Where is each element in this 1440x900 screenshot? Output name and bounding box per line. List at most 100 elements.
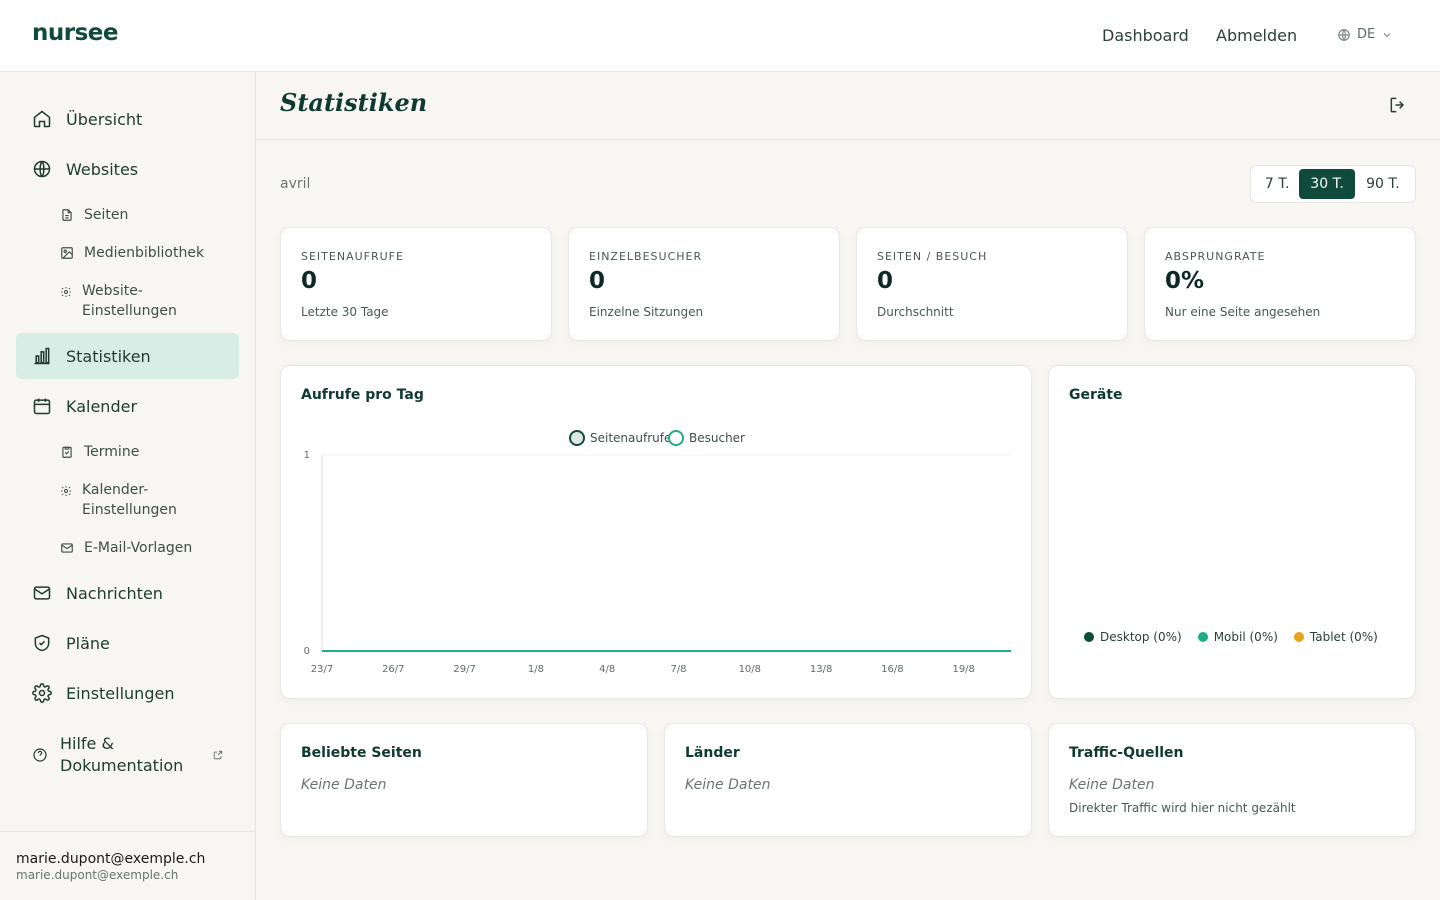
stat-subtitle: Letzte 30 Tage: [301, 305, 389, 319]
gear-icon: [60, 286, 72, 298]
x-tick-label: 29/7: [453, 664, 475, 675]
desktop-swatch: [1084, 632, 1094, 642]
sidebar-item-website-settings[interactable]: Website-Einstellungen: [60, 281, 180, 321]
app-logo[interactable]: nursee: [32, 20, 118, 46]
sidebar-item-help[interactable]: Hilfe & Dokumentation: [16, 732, 183, 778]
sidebar-item-label: Termine: [84, 444, 140, 460]
device-desktop[interactable]: Desktop (0%): [1084, 630, 1182, 644]
stat-subtitle: Durchschnitt: [877, 305, 954, 319]
device-tablet[interactable]: Tablet (0%): [1293, 630, 1378, 644]
device-label: Tablet (0%): [1309, 630, 1378, 644]
mail-icon: [60, 541, 74, 555]
sidebar-item-stats[interactable]: Statistiken: [16, 333, 239, 379]
bar-chart-icon: [32, 346, 52, 366]
sidebar-item-pages[interactable]: Seiten: [60, 205, 128, 225]
range-selector: 7 T. 30 T. 90 T.: [1250, 165, 1416, 203]
gear-icon: [32, 683, 52, 703]
sidebar-item-email-templates[interactable]: E-Mail-Vorlagen: [60, 538, 192, 558]
dashboard-link[interactable]: Dashboard: [1102, 26, 1189, 45]
range-90-days[interactable]: 90 T.: [1355, 169, 1411, 199]
stat-label: EINZELBESUCHER: [589, 250, 703, 263]
range-30-days[interactable]: 30 T.: [1299, 169, 1355, 199]
page-title: Statistiken: [280, 88, 428, 117]
language-selector[interactable]: DE: [1337, 27, 1393, 42]
stat-card-bounce-rate: ABSPRUNGRATE 0% Nur eine Seite angesehen: [1144, 227, 1416, 341]
stat-card-pages-per-visit: SEITEN / BESUCH 0 Durchschnitt: [856, 227, 1128, 341]
stat-value: 0: [589, 268, 606, 294]
clipboard-icon: [60, 445, 74, 459]
user-name: marie.dupont@exemple.ch: [16, 851, 206, 867]
stat-value: 0: [301, 268, 318, 294]
x-tick-label: 4/8: [599, 664, 615, 675]
language-label: DE: [1357, 27, 1376, 42]
sidebar-item-media[interactable]: Medienbibliothek: [60, 243, 204, 263]
tablet-swatch: [1293, 632, 1304, 642]
device-label: Desktop (0%): [1100, 630, 1182, 644]
sidebar-item-websites[interactable]: Websites: [16, 154, 239, 184]
sidebar-item-messages[interactable]: Nachrichten: [16, 578, 239, 608]
traffic-note: Direkter Traffic wird hier nicht gezählt: [1069, 801, 1296, 815]
range-7-days[interactable]: 7 T.: [1255, 169, 1299, 199]
x-tick-label: 1/8: [528, 664, 544, 675]
stat-subtitle: Einzelne Sitzungen: [589, 305, 704, 319]
page-header: Statistiken: [256, 72, 1440, 140]
stat-label: SEITENAUFRUFE: [301, 250, 404, 263]
sidebar-item-label: Website-Einstellungen: [82, 283, 177, 319]
empty-state: Keine Daten: [685, 777, 771, 793]
stat-subtitle: Nur eine Seite angesehen: [1165, 305, 1321, 319]
mail-icon: [32, 583, 52, 603]
traffic-sources-card: Traffic-Quellen Keine Daten Direkter Tra…: [1048, 723, 1416, 837]
shield-icon: [32, 633, 52, 653]
stat-card-pageviews: SEITENAUFRUFE 0 Letzte 30 Tage: [280, 227, 552, 341]
sidebar-item-label: Statistiken: [66, 346, 151, 366]
sidebar-item-label: Kalender-Einstellungen: [82, 482, 177, 518]
sidebar-item-plans[interactable]: Pläne: [16, 628, 239, 658]
logout-link[interactable]: Abmelden: [1216, 26, 1297, 45]
stat-value: 0%: [1165, 268, 1205, 294]
user-profile[interactable]: marie.dupont@exemple.ch marie.dupont@exe…: [0, 831, 256, 900]
views-chart-card: Aufrufe pro Tag Seitenaufrufe Besucher 0…: [280, 365, 1032, 699]
device-label: Mobil (0%): [1213, 630, 1278, 644]
sidebar-item-label: Nachrichten: [66, 583, 163, 603]
x-tick-label: 13/8: [810, 664, 832, 675]
globe-icon: [32, 159, 52, 179]
stat-value: 0: [877, 268, 894, 294]
x-tick-label: 19/8: [952, 664, 974, 675]
logout-icon[interactable]: [1388, 95, 1408, 115]
sidebar-item-appointments[interactable]: Termine: [60, 442, 139, 462]
empty-state: Keine Daten: [1069, 777, 1155, 793]
sidebar-item-calendar-settings[interactable]: Kalender-Einstellungen: [60, 480, 180, 520]
external-link-icon[interactable]: [213, 750, 223, 760]
sidebar-item-label: Seiten: [84, 207, 129, 223]
stat-label: ABSPRUNGRATE: [1165, 250, 1266, 263]
sidebar-item-label: Hilfe & Dokumentation: [60, 734, 184, 775]
sidebar-item-label: E-Mail-Vorlagen: [84, 540, 193, 556]
traffic-sources-title: Traffic-Quellen: [1069, 745, 1184, 761]
globe-icon: [1337, 28, 1351, 42]
user-email: marie.dupont@exemple.ch: [16, 868, 179, 882]
sidebar-item-overview[interactable]: Übersicht: [16, 104, 239, 134]
sidebar-item-settings[interactable]: Einstellungen: [16, 678, 239, 708]
devices-card: Geräte Desktop (0%) Mobil (0%) Tablet (0…: [1048, 365, 1416, 699]
stat-card-visitors: EINZELBESUCHER 0 Einzelne Sitzungen: [568, 227, 840, 341]
countries-title: Länder: [685, 745, 740, 761]
countries-card: Länder Keine Daten: [664, 723, 1032, 837]
x-tick-label: 23/7: [311, 664, 333, 675]
sidebar-item-label: Kalender: [66, 396, 138, 416]
device-mobile[interactable]: Mobil (0%): [1197, 630, 1278, 644]
views-line-chart: 0 1 23/7 26/7 29/7 1/8 4/8 7/8 10/8 13/8 16/8 19/8: [304, 450, 1011, 675]
x-tick-label: 7/8: [670, 664, 686, 675]
x-tick-label: 10/8: [739, 664, 761, 675]
devices-title: Geräte: [1069, 387, 1123, 403]
x-tick-label: 16/8: [881, 664, 903, 675]
stat-label: SEITEN / BESUCH: [877, 250, 988, 263]
empty-state: Keine Daten: [301, 777, 387, 793]
devices-legend: Desktop (0%) Mobil (0%) Tablet (0%): [1084, 630, 1378, 644]
sidebar-item-label: Übersicht: [66, 109, 143, 129]
sidebar-item-calendar[interactable]: Kalender: [16, 391, 239, 421]
top-bar: nursee Dashboard Abmelden DE: [0, 0, 1440, 72]
gear-icon: [60, 485, 72, 497]
help-circle-icon: [32, 747, 48, 763]
period-label: avril: [280, 176, 311, 192]
x-tick-label: 26/7: [382, 664, 404, 675]
